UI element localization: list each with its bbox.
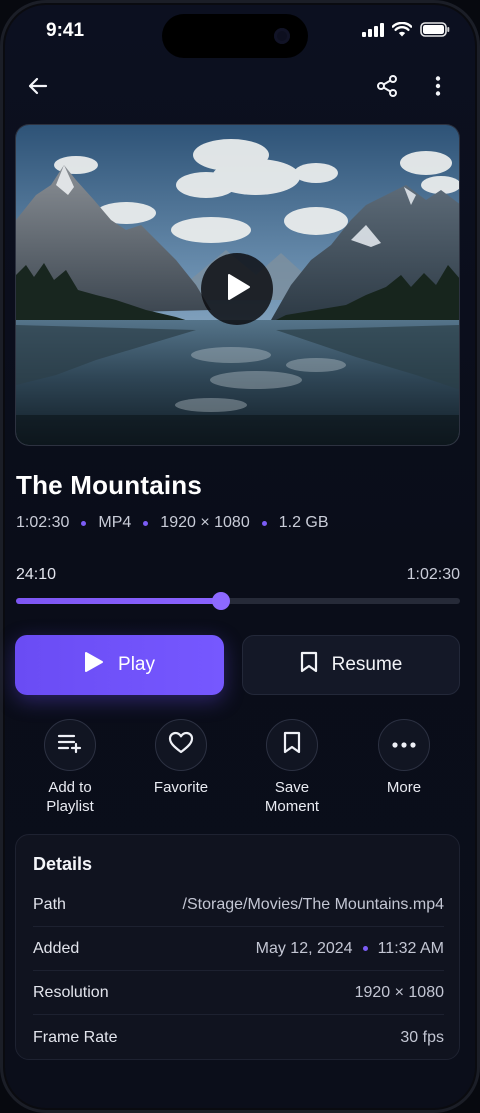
detail-key: Frame Rate (33, 1029, 118, 1046)
more-horizontal-icon (391, 736, 417, 754)
playlist-add-icon (57, 732, 83, 759)
quick-actions: Add to Playlist Favorite Save Moment Mor… (0, 719, 480, 819)
add-to-playlist-action[interactable]: Add to Playlist (15, 719, 125, 816)
total-time: 1:02:30 (406, 566, 460, 583)
action-label: Favorite (153, 779, 209, 796)
details-card: Details Path /Storage/Movies/The Mountai… (15, 834, 460, 1060)
heart-icon (168, 731, 194, 760)
meta-format: MP4 (98, 514, 132, 531)
more-menu-button[interactable] (416, 66, 460, 110)
back-button[interactable] (16, 66, 60, 110)
status-bar: 9:41 (0, 0, 480, 64)
bookmark-icon (300, 651, 332, 679)
share-button[interactable] (365, 66, 409, 110)
video-meta: 1:02:30 MP4 1920 × 1080 1.2 GB (16, 514, 329, 532)
play-icon (222, 272, 252, 307)
video-title: The Mountains (16, 470, 203, 500)
nav-bar (0, 66, 480, 110)
meta-size: 1.2 GB (278, 514, 329, 531)
status-icons (362, 22, 450, 37)
phone-screen: 9:41 The Mountains 1:02:30 MP4 1920 × 10… (0, 0, 480, 1113)
play-button-label: Play (118, 654, 155, 675)
detail-value: 30 fps (400, 1029, 444, 1046)
detail-value: /Storage/Movies/The Mountains.mp4 (182, 895, 444, 913)
detail-key: Added (33, 939, 80, 957)
action-circle (266, 719, 318, 771)
meta-resolution: 1920 × 1080 (160, 514, 250, 531)
action-label-line: Playlist (46, 798, 94, 815)
action-label: Save Moment (237, 778, 347, 816)
separator-dot (143, 520, 149, 526)
detail-value: 1920 × 1080 (354, 983, 444, 1001)
front-camera (274, 28, 290, 44)
detail-key: Resolution (33, 983, 109, 1001)
play-overlay-button[interactable] (201, 253, 273, 325)
more-vertical-icon (426, 74, 450, 103)
progress-thumb[interactable] (212, 592, 231, 610)
action-circle (378, 719, 430, 771)
detail-value: May 12, 2024 11:32 AM (256, 940, 444, 958)
details-row-path: Path /Storage/Movies/The Mountains.mp4 (33, 883, 444, 927)
play-icon (84, 651, 118, 679)
action-circle (44, 719, 96, 771)
details-row-frame-rate: Frame Rate 30 fps (33, 1016, 444, 1060)
separator-dot (261, 520, 267, 526)
dynamic-island (162, 14, 308, 58)
share-icon (375, 74, 399, 103)
added-time: 11:32 AM (377, 939, 444, 957)
details-row-resolution: Resolution 1920 × 1080 (33, 971, 444, 1015)
action-circle (155, 719, 207, 771)
battery-icon (420, 22, 450, 37)
action-label: More (386, 779, 422, 796)
more-action[interactable]: More (349, 719, 459, 797)
resume-button[interactable]: Resume (242, 635, 460, 695)
meta-duration: 1:02:30 (16, 514, 70, 531)
details-title: Details (33, 854, 93, 874)
progress-fill (16, 598, 222, 604)
play-button[interactable]: Play (15, 635, 224, 695)
video-thumbnail[interactable] (15, 124, 460, 446)
bookmark-icon (283, 731, 301, 760)
save-moment-action[interactable]: Save Moment (237, 719, 347, 816)
action-label: Add to Playlist (15, 778, 125, 816)
favorite-action[interactable]: Favorite (126, 719, 236, 797)
action-label-line: Moment (264, 798, 320, 815)
action-label-line: Save (274, 779, 310, 796)
separator-dot (362, 946, 368, 951)
cellular-signal-icon (362, 22, 384, 37)
progress-track[interactable] (16, 592, 460, 610)
resume-button-label: Resume (331, 654, 403, 675)
detail-key: Path (33, 895, 66, 913)
added-date: May 12, 2024 (255, 939, 353, 957)
action-label-line: Add to (48, 779, 92, 796)
current-time: 24:10 (16, 566, 57, 583)
arrow-left-icon (26, 74, 50, 103)
separator-dot (81, 520, 87, 526)
status-time: 9:41 (46, 20, 85, 41)
details-row-added: Added May 12, 2024 11:32 AM (33, 927, 444, 971)
wifi-icon (392, 22, 412, 37)
